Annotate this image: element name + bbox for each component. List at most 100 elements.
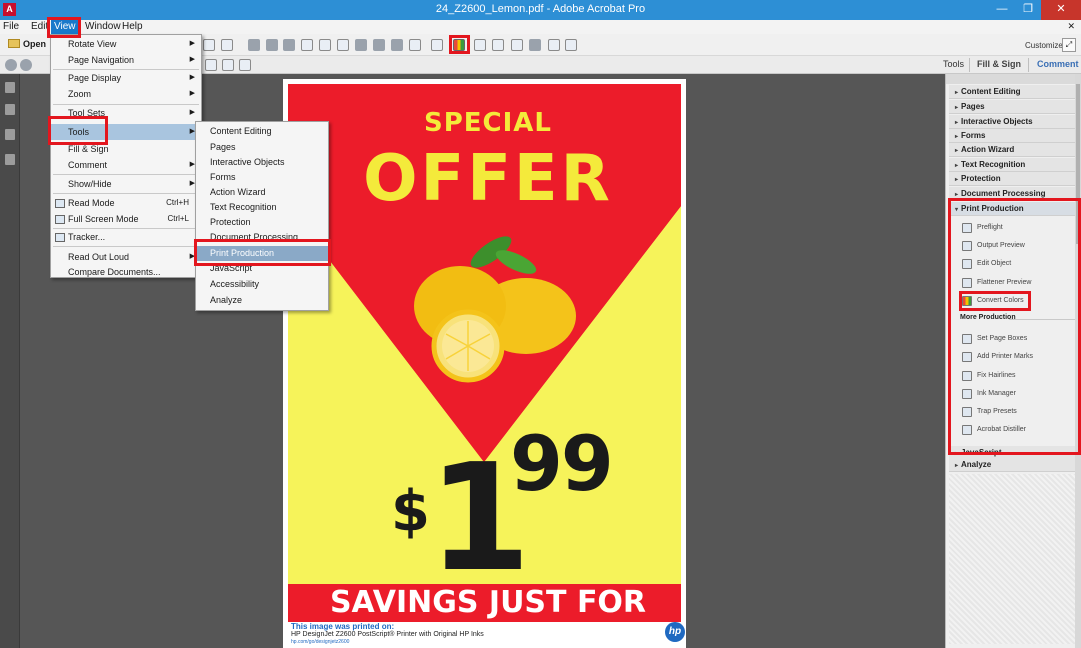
tools-submenu-text-recognition[interactable]: Text Recognition bbox=[196, 200, 328, 215]
collapsed-arrow-icon: ▸ bbox=[955, 120, 959, 126]
savings-text: SAVINGS JUST FOR YOU! bbox=[329, 585, 647, 622]
action-icon[interactable] bbox=[355, 39, 367, 51]
menu-file[interactable]: File bbox=[0, 20, 22, 34]
special-text: SPECIAL bbox=[424, 108, 552, 138]
view-menu-page-navigation[interactable]: Page Navigation ▶ bbox=[51, 52, 201, 68]
section-action-wizard[interactable]: ▸ Action Wizard bbox=[949, 143, 1077, 157]
open-button[interactable]: Open bbox=[8, 39, 46, 49]
tools-submenu-protection[interactable]: Protection bbox=[196, 215, 328, 230]
page-thumbnails-icon[interactable] bbox=[5, 82, 15, 93]
fit-width-icon[interactable] bbox=[239, 59, 251, 71]
section-forms[interactable]: ▸ Forms bbox=[949, 129, 1077, 143]
menu-separator bbox=[53, 174, 199, 175]
view-menu-zoom[interactable]: Zoom ▶ bbox=[51, 86, 201, 102]
customize-button[interactable]: Customize bbox=[1025, 41, 1063, 50]
close-document-icon[interactable]: ✕ bbox=[1067, 21, 1075, 32]
settings-icon[interactable] bbox=[248, 39, 260, 51]
view-menu-read-mode[interactable]: Read Mode Ctrl+H bbox=[51, 195, 201, 211]
distiller-toolbar-icon[interactable] bbox=[565, 39, 577, 51]
minimize-button[interactable]: — bbox=[989, 0, 1015, 20]
collapsed-arrow-icon: ▸ bbox=[955, 163, 959, 169]
fit-page-icon[interactable] bbox=[205, 59, 217, 71]
collapsed-arrow-icon: ▸ bbox=[955, 134, 959, 140]
section-label: Interactive Objects bbox=[961, 117, 1033, 126]
view-menu-full-screen-mode[interactable]: Full Screen Mode Ctrl+L bbox=[51, 211, 201, 227]
form-icon[interactable] bbox=[391, 39, 403, 51]
tools-submenu-content-editing[interactable]: Content Editing bbox=[196, 124, 328, 139]
view-menu-tracker[interactable]: Tracker... bbox=[51, 229, 201, 245]
price-cents: 99 bbox=[510, 419, 614, 508]
link-icon[interactable] bbox=[373, 39, 385, 51]
ink-manager-toolbar-icon[interactable] bbox=[529, 39, 541, 51]
edit-object-toolbar-icon[interactable] bbox=[409, 39, 421, 51]
bookmarks-icon[interactable] bbox=[5, 104, 15, 115]
set-page-boxes-toolbar-icon[interactable] bbox=[474, 39, 486, 51]
menu-label: Fill & Sign bbox=[68, 144, 109, 154]
view-menu-dropdown: Rotate View ▶ Page Navigation ▶ Page Displ… bbox=[50, 34, 202, 278]
tools-submenu-analyze[interactable]: Analyze bbox=[196, 293, 328, 308]
tab-comment[interactable]: Comment bbox=[1037, 59, 1079, 69]
offer-text: OFFER bbox=[363, 142, 613, 216]
create-icon[interactable] bbox=[203, 39, 215, 51]
tools-pane-header bbox=[946, 74, 1081, 84]
layers-icon[interactable] bbox=[5, 154, 15, 165]
view-menu-page-display[interactable]: Page Display ▶ bbox=[51, 70, 201, 86]
view-menu-read-out-loud[interactable]: Read Out Loud ▶ bbox=[51, 249, 201, 265]
close-window-button[interactable]: ✕ bbox=[1041, 0, 1081, 20]
menu-label: Comment bbox=[68, 160, 108, 170]
submenu-arrow-icon: ▶ bbox=[189, 109, 195, 116]
view-menu-compare-documents[interactable]: Compare Documents... bbox=[51, 264, 201, 280]
page-icon-3[interactable] bbox=[337, 39, 349, 51]
menu-label: Read Out Loud bbox=[68, 252, 130, 262]
highlight-icon[interactable] bbox=[283, 39, 295, 51]
tab-tools[interactable]: Tools bbox=[943, 59, 964, 69]
page-icon-2[interactable] bbox=[319, 39, 331, 51]
poster-footer: This image was printed on: HP DesignJet … bbox=[288, 622, 685, 646]
signatures-icon[interactable] bbox=[5, 129, 15, 140]
tab-fill-and-sign[interactable]: Fill & Sign bbox=[977, 59, 1021, 69]
pdf-page: SPECIAL OFFER $ 1 99 SAVINGS JUST FOR YO… bbox=[283, 79, 686, 648]
section-label: Document Processing bbox=[961, 189, 1046, 198]
section-pages[interactable]: ▸ Pages bbox=[949, 100, 1077, 114]
tools-submenu-action-wizard[interactable]: Action Wizard bbox=[196, 185, 328, 200]
section-analyze[interactable]: ▸ Analyze bbox=[949, 458, 1077, 472]
section-text-recognition[interactable]: ▸ Text Recognition bbox=[949, 158, 1077, 172]
section-label: Content Editing bbox=[961, 87, 1021, 96]
view-menu-rotate-view[interactable]: Rotate View ▶ bbox=[51, 36, 201, 52]
tools-submenu-accessibility[interactable]: Accessibility bbox=[196, 277, 328, 292]
fix-hairlines-toolbar-icon[interactable] bbox=[511, 39, 523, 51]
email-icon[interactable] bbox=[221, 39, 233, 51]
page-icon-1[interactable] bbox=[301, 39, 313, 51]
menu-label: Full Screen Mode bbox=[68, 214, 139, 224]
section-interactive-objects[interactable]: ▸ Interactive Objects bbox=[949, 115, 1077, 129]
section-protection[interactable]: ▸ Protection bbox=[949, 172, 1077, 186]
collapsed-arrow-icon: ▸ bbox=[955, 148, 959, 154]
maximize-button[interactable]: ❐ bbox=[1015, 0, 1041, 20]
collapsed-arrow-icon: ▸ bbox=[955, 463, 959, 469]
flattener-toolbar-icon[interactable] bbox=[431, 39, 443, 51]
tools-submenu-interactive-objects[interactable]: Interactive Objects bbox=[196, 155, 328, 170]
tools-submenu-pages[interactable]: Pages bbox=[196, 140, 328, 155]
printer-marks-toolbar-icon[interactable] bbox=[492, 39, 504, 51]
submenu-arrow-icon: ▶ bbox=[189, 40, 195, 47]
menu-separator bbox=[53, 193, 199, 194]
menu-label: Page Navigation bbox=[68, 55, 135, 65]
annotation-print-production-panel-box bbox=[948, 198, 1081, 455]
menu-help[interactable]: Help bbox=[119, 20, 146, 34]
section-label: Text Recognition bbox=[961, 160, 1026, 169]
scrolling-mode-icon[interactable] bbox=[222, 59, 234, 71]
view-menu-comment[interactable]: Comment ▶ bbox=[51, 157, 201, 173]
navigation-pane bbox=[0, 74, 20, 648]
comment-icon[interactable] bbox=[266, 39, 278, 51]
collapsed-arrow-icon: ▸ bbox=[955, 105, 959, 111]
next-page-icon[interactable] bbox=[20, 59, 32, 71]
section-content-editing[interactable]: ▸ Content Editing bbox=[949, 85, 1077, 99]
previous-page-icon[interactable] bbox=[5, 59, 17, 71]
expand-icon[interactable]: ⤢ bbox=[1062, 38, 1076, 52]
hp-logo: hp bbox=[665, 622, 685, 642]
submenu-arrow-icon: ▶ bbox=[189, 90, 195, 97]
trap-presets-toolbar-icon[interactable] bbox=[548, 39, 560, 51]
tools-submenu-forms[interactable]: Forms bbox=[196, 170, 328, 185]
view-menu-show-hide[interactable]: Show/Hide ▶ bbox=[51, 176, 201, 192]
menu-window[interactable]: Window bbox=[82, 20, 124, 34]
